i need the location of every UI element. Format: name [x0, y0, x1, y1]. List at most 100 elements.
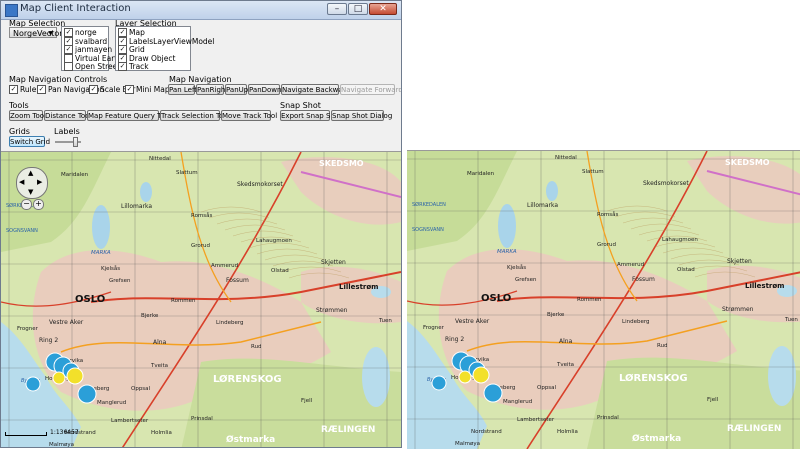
map-label: Østmarka	[632, 433, 681, 444]
map-label: SØRKEDALEN	[412, 201, 446, 208]
close-button[interactable]: ✕	[369, 3, 397, 15]
map-label: OSLO	[481, 293, 511, 304]
map-label: SKEDSMO	[319, 159, 364, 168]
pan-up-button[interactable]: PanUp	[225, 84, 248, 95]
list-item[interactable]: Open Street	[64, 62, 120, 71]
map-selection-dropdown[interactable]: NorgeVector ▼	[9, 27, 63, 38]
lake	[498, 204, 516, 248]
map-label: Fossum	[226, 277, 249, 284]
move-track-tool-button[interactable]: Move Track Tool	[221, 110, 277, 121]
scale-bar	[5, 432, 47, 436]
map-canvas[interactable]: OSLO Lillestrøm LØRENSKOG RÆLINGEN SKEDSMO Sk…	[1, 152, 401, 448]
map-label: Skedsmokorset	[643, 180, 689, 187]
map-label: Fjell	[301, 398, 313, 404]
zoom-out-icon[interactable]: −	[21, 199, 32, 210]
map-label: Fjell	[707, 397, 719, 403]
map-selection-value: NorgeVector	[13, 29, 63, 38]
map-label: Maridalen	[467, 171, 495, 177]
ruler-checkbox[interactable]: ✓ Ruler	[9, 85, 39, 94]
map-label: RÆLINGEN	[321, 425, 375, 435]
navigate-forward-button[interactable]: Navigate Forward	[340, 84, 401, 95]
maximize-button[interactable]: □	[348, 3, 368, 15]
map-label: Grorud	[597, 242, 616, 248]
map-label: Lahaugmoen	[662, 237, 698, 243]
mini-map-checkbox[interactable]: ✓ Mini Map	[125, 85, 170, 94]
map-label: Malmøya	[49, 442, 74, 448]
map-label: Grorud	[191, 243, 210, 249]
map-label: Holmlia	[557, 429, 578, 435]
map-label: Slattum	[582, 169, 604, 175]
map-label: Oppsal	[131, 386, 151, 392]
map-label: Nittedal	[555, 155, 577, 161]
snapshot-dialog-button[interactable]: Snap Shot Dialog	[331, 110, 392, 121]
switch-grid-button[interactable]: Switch Grid	[9, 136, 50, 147]
map-label: MARKA	[91, 250, 111, 256]
map-label: Fossum	[632, 276, 655, 283]
app-icon	[5, 4, 18, 17]
pan-left-button[interactable]: Pan Left	[168, 84, 197, 95]
checkbox[interactable]: ✓	[125, 85, 134, 94]
map-label: Bjerke	[141, 313, 159, 319]
map-label: Oppsal	[537, 385, 557, 391]
map-label: Vestre Aker	[455, 318, 490, 325]
map-label: Rud	[657, 343, 668, 349]
distance-tool-button[interactable]: Distance Tool	[44, 110, 91, 121]
snapshot-label: Snap Shot	[280, 101, 321, 110]
map-label: Lambertseter	[517, 417, 555, 423]
map-label: Malmøya	[455, 441, 480, 447]
checkbox[interactable]: ✓	[9, 85, 18, 94]
checkbox[interactable]: ✓	[118, 62, 127, 71]
track-marker	[25, 376, 41, 392]
nav-controls-label: Map Navigation Controls	[9, 75, 108, 84]
labels-slider[interactable]	[55, 137, 81, 147]
map-label: Grefsen	[109, 278, 131, 284]
map-label: SOGNSVANN	[412, 227, 444, 233]
zoom-in-icon[interactable]: +	[33, 199, 44, 210]
map-label: Ammerud	[211, 263, 238, 269]
pan-navigation-control[interactable]: ▲ ▼ ◀ ▶	[16, 167, 48, 199]
map-label: Nittedal	[149, 156, 171, 162]
map-label: Manglerud	[503, 399, 532, 405]
checkbox[interactable]: ✓	[37, 85, 46, 94]
map-label: Ammerud	[617, 262, 644, 268]
lake	[140, 182, 152, 202]
title-bar[interactable]: Map Client Interaction – □ ✕	[1, 1, 401, 20]
checkbox[interactable]: ✓	[89, 85, 98, 94]
map-label: Vestre Aker	[49, 319, 84, 326]
arrow-right-icon[interactable]: ▶	[37, 178, 42, 186]
map-label: Lillomarka	[121, 203, 152, 210]
labels-label: Labels	[54, 127, 80, 136]
main-map[interactable]: OSLO Lillestrøm LØRENSKOG RÆLINGEN SKEDSMO Sk…	[1, 151, 401, 448]
lake	[546, 181, 558, 201]
layer-list: ✓ Map ✓ LabelsLayerViewModel ✓ Grid ✓ Draw O…	[115, 26, 214, 71]
feature-query-tool-button[interactable]: Map Feature Query Tool	[87, 110, 171, 121]
map-label: Romsås	[597, 211, 619, 218]
map-label: Prinsdal	[191, 416, 213, 422]
map-canvas[interactable]: OSLO Lillestrøm LØRENSKOG RÆLINGEN SKEDSMO Sk…	[407, 151, 800, 449]
arrow-down-icon[interactable]: ▼	[28, 188, 33, 196]
map-label: Østmarka	[226, 434, 275, 445]
snapshot-map[interactable]: OSLO Lillestrøm LØRENSKOG RÆLINGEN SKEDSMO Sk…	[407, 150, 800, 449]
map-label: Kjelsås	[101, 265, 120, 272]
minimize-button[interactable]: –	[327, 3, 347, 15]
map-label: Rud	[251, 344, 262, 350]
track-selection-tool-button[interactable]: Track Selection Tool	[160, 110, 230, 121]
map-label: Skjetten	[727, 258, 752, 265]
map-label: LØRENSKOG	[619, 372, 688, 384]
map-label: Rommen	[171, 298, 196, 304]
navigate-backward-button[interactable]: Navigate Backward	[281, 84, 350, 95]
slider-thumb[interactable]	[73, 137, 78, 147]
checkbox[interactable]	[64, 62, 73, 71]
list-item[interactable]: ✓ Track	[118, 62, 149, 71]
pan-down-button[interactable]: PanDown	[248, 84, 281, 95]
map-label: Tveita	[150, 363, 168, 369]
pan-right-button[interactable]: PanRight	[196, 84, 228, 95]
export-snapshot-button[interactable]: Export Snap Shot	[280, 110, 342, 121]
map-label: Tuen	[378, 318, 392, 324]
chevron-down-icon: ▼	[48, 30, 53, 37]
arrow-left-icon[interactable]: ◀	[19, 178, 24, 186]
arrow-up-icon[interactable]: ▲	[28, 169, 33, 177]
map-label: Slattum	[176, 170, 198, 176]
zoom-tool-button[interactable]: Zoom Tool	[9, 110, 46, 121]
map-label: LØRENSKOG	[213, 373, 282, 385]
